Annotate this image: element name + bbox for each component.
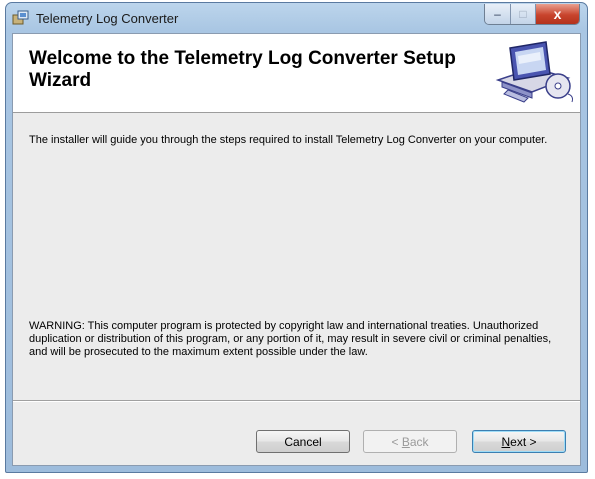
- minimize-button[interactable]: –: [485, 4, 511, 24]
- back-button-rest: ack: [409, 434, 429, 449]
- intro-text: The installer will guide you through the…: [29, 134, 548, 146]
- maximize-icon: □: [519, 7, 527, 21]
- installer-window: Telemetry Log Converter – □ x Welcome to…: [5, 2, 588, 473]
- close-icon: x: [553, 6, 562, 22]
- next-button-mnemonic: N: [501, 434, 511, 449]
- button-separator-highlight: [13, 401, 580, 402]
- window-controls: – □ x: [484, 4, 580, 25]
- installer-app-icon: [12, 10, 29, 25]
- close-button[interactable]: x: [536, 4, 579, 24]
- cancel-button[interactable]: Cancel: [256, 430, 350, 453]
- copyright-warning: WARNING: This computer program is protec…: [29, 320, 552, 358]
- back-button-mnemonic: B: [401, 434, 410, 449]
- wizard-banner: Welcome to the Telemetry Log Converter S…: [13, 34, 580, 113]
- next-button[interactable]: Next >: [472, 430, 566, 453]
- maximize-button[interactable]: □: [511, 4, 536, 24]
- back-button-prefix: <: [391, 434, 402, 449]
- title-bar[interactable]: Telemetry Log Converter – □ x: [6, 3, 587, 33]
- back-button[interactable]: < Back: [363, 430, 457, 453]
- window-title: Telemetry Log Converter: [36, 11, 179, 26]
- wizard-client-area: Welcome to the Telemetry Log Converter S…: [12, 33, 581, 466]
- wizard-heading: Welcome to the Telemetry Log Converter S…: [29, 48, 456, 91]
- minimize-icon: –: [494, 7, 501, 21]
- next-button-rest: ext >: [510, 434, 537, 449]
- computer-setup-icon: [495, 41, 573, 103]
